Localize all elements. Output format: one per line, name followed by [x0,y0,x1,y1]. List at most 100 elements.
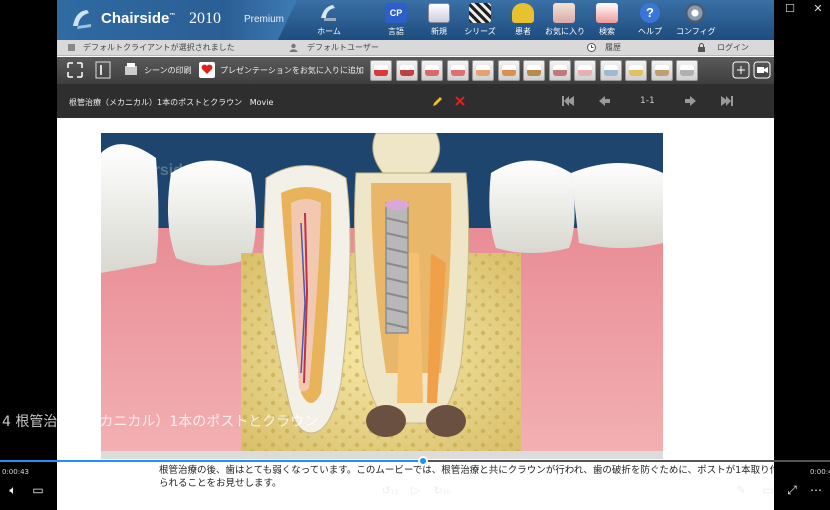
search-teeth-icon [596,3,618,23]
scene-thumbnail[interactable] [599,60,622,81]
play-icon[interactable]: ▷ [406,480,426,500]
login-link[interactable]: ログイン [717,42,749,53]
user-status-bar: デフォルトクライアントが選択されました デフォルトユーザー 履歴 ログイン [57,40,774,56]
app-title: Chairside™ [101,10,176,27]
history-link[interactable]: 履歴 [605,42,621,53]
skip-forward-seconds: 30 [442,489,451,496]
subtitles-icon[interactable]: ▭ [28,480,48,500]
info-panel-icon[interactable] [95,61,111,79]
video-camera-icon[interactable] [753,61,771,79]
teeth-thumbnail-icon [654,65,669,76]
last-page-icon[interactable] [720,95,734,107]
media-title-overlay: 4 根管治療（メカニカル）1本のポストとクラウン [2,414,319,430]
scene-thumbnail[interactable] [574,60,596,81]
language-icon: CP [385,3,407,23]
teeth-thumbnail-icon [425,65,439,76]
nav-new-button[interactable]: 新規 [420,3,458,39]
fit-screen-icon[interactable] [66,61,84,79]
nav-favorites-button[interactable]: お気に入り [545,3,585,39]
login-lock-icon [698,43,705,52]
teeth-thumbnail-icon [603,65,618,76]
skip-back-seconds: 10 [390,489,399,496]
scene-toolbar: シーンの印刷 プレゼンテーションをお気に入りに追加 [57,57,774,84]
more-options-icon[interactable]: ⋯ [806,480,826,500]
media-player: — ⤢ ☐ ✕ Chairside™ 2010 Premium ホーム CP 言… [0,0,830,510]
patient-icon [512,3,534,23]
new-icon [428,3,450,23]
scene-thumbnail[interactable] [370,60,392,81]
scene-thumbnail[interactable] [395,60,418,81]
elapsed-time: 0:00:43 [2,468,29,476]
mini-view-icon[interactable]: ▭ [758,480,778,500]
teeth-thumbnail-icon [527,65,541,76]
client-icon [68,44,75,51]
add-favorite-heart-icon [199,62,215,78]
skip-back-button[interactable]: ↺10 [380,480,400,500]
client-status-text: デフォルトクライアントが選択されました [83,43,235,52]
scene-thumbnail[interactable] [472,60,494,81]
teeth-thumbnail-icon [552,65,567,76]
teeth-thumbnail-icon [578,65,592,76]
clip-description: 根管治療の後、歯はとても弱くなっています。このムービーでは、根管治療と共にクラウ… [159,465,774,489]
scene-thumbnail[interactable] [523,60,545,81]
fullscreen-expand-icon[interactable]: ⤢ [782,480,802,500]
root-canal-cross-section-illustration: Chairside [101,133,663,451]
scene-thumbnail[interactable] [625,60,647,81]
series-clapper-icon [469,3,491,23]
scene-thumbnail[interactable] [446,60,469,81]
volume-icon[interactable]: 🔈︎ [3,480,23,500]
total-time: 0:00:4? [810,468,830,476]
home-chair-icon [321,5,336,21]
restore-button[interactable]: ☐ [775,0,805,18]
expand-icon[interactable] [732,61,750,79]
clip-type: Movie [249,98,274,107]
nav-patient-button[interactable]: 患者 [504,3,542,39]
delete-x-icon[interactable] [455,96,465,106]
player-progress-fill [0,460,424,462]
add-to-favorites-button[interactable]: プレゼンテーションをお気に入りに追加 [220,65,364,76]
clip-title-bar: 根管治療（メカニカル）1本のポストとクラウン Movie 1-1 [57,84,774,118]
nav-language-button[interactable]: CP 言語 [377,3,415,39]
user-icon [289,43,298,52]
config-gear-icon [685,3,705,23]
prev-page-icon[interactable] [597,95,611,107]
edit-pencil-icon[interactable] [432,96,443,107]
scene-thumbnail[interactable] [676,60,698,81]
dental-animation-video[interactable]: Chairside [101,133,663,451]
edit-pen-icon[interactable]: ✎ [731,480,751,500]
teeth-thumbnail-icon [680,65,694,76]
app-edition: Premium [244,14,285,25]
favorites-icon [553,3,575,23]
help-icon: ? [640,3,660,23]
scene-thumbnail[interactable] [497,60,520,81]
dental-chair-logo-icon [73,10,91,29]
scene-thumbnail[interactable] [548,60,571,81]
teeth-thumbnail-icon [629,65,643,76]
teeth-thumbnail-icon [476,65,490,76]
app-logo: Chairside™ 2010 Premium [57,0,297,40]
print-scene-button[interactable]: シーンの印刷 [144,65,192,76]
teeth-thumbnail-icon [399,65,414,76]
video-seek-bar[interactable] [101,451,663,459]
teeth-thumbnail-icon [501,65,516,76]
nav-series-button[interactable]: シリーズ [461,3,499,39]
history-clock-icon [587,43,596,52]
nav-search-button[interactable]: 検索 [588,3,626,39]
scene-thumbnail[interactable] [650,60,673,81]
page-indicator: 1-1 [640,96,655,106]
skip-forward-button[interactable]: ↻30 [432,480,452,500]
nav-config-button[interactable]: コンフィグ [676,3,716,39]
teeth-thumbnail-icon [450,65,465,76]
next-page-icon[interactable] [684,95,698,107]
teeth-thumbnail-icon [374,65,388,76]
current-user[interactable]: デフォルトユーザー [307,42,379,53]
clip-title: 根管治療（メカニカル）1本のポストとクラウン Movie [69,98,274,107]
chairside-app: Chairside™ 2010 Premium ホーム CP 言語 新規 シリー… [57,0,774,510]
nav-home-button[interactable]: ホーム [310,3,348,39]
top-navigation-bar: Chairside™ 2010 Premium ホーム CP 言語 新規 シリー… [57,0,774,40]
print-icon [125,63,137,75]
nav-help-button[interactable]: ? ヘルプ [631,3,669,39]
scene-thumbnail[interactable] [421,60,443,81]
close-button[interactable]: ✕ [803,0,830,18]
first-page-icon[interactable] [561,95,575,107]
